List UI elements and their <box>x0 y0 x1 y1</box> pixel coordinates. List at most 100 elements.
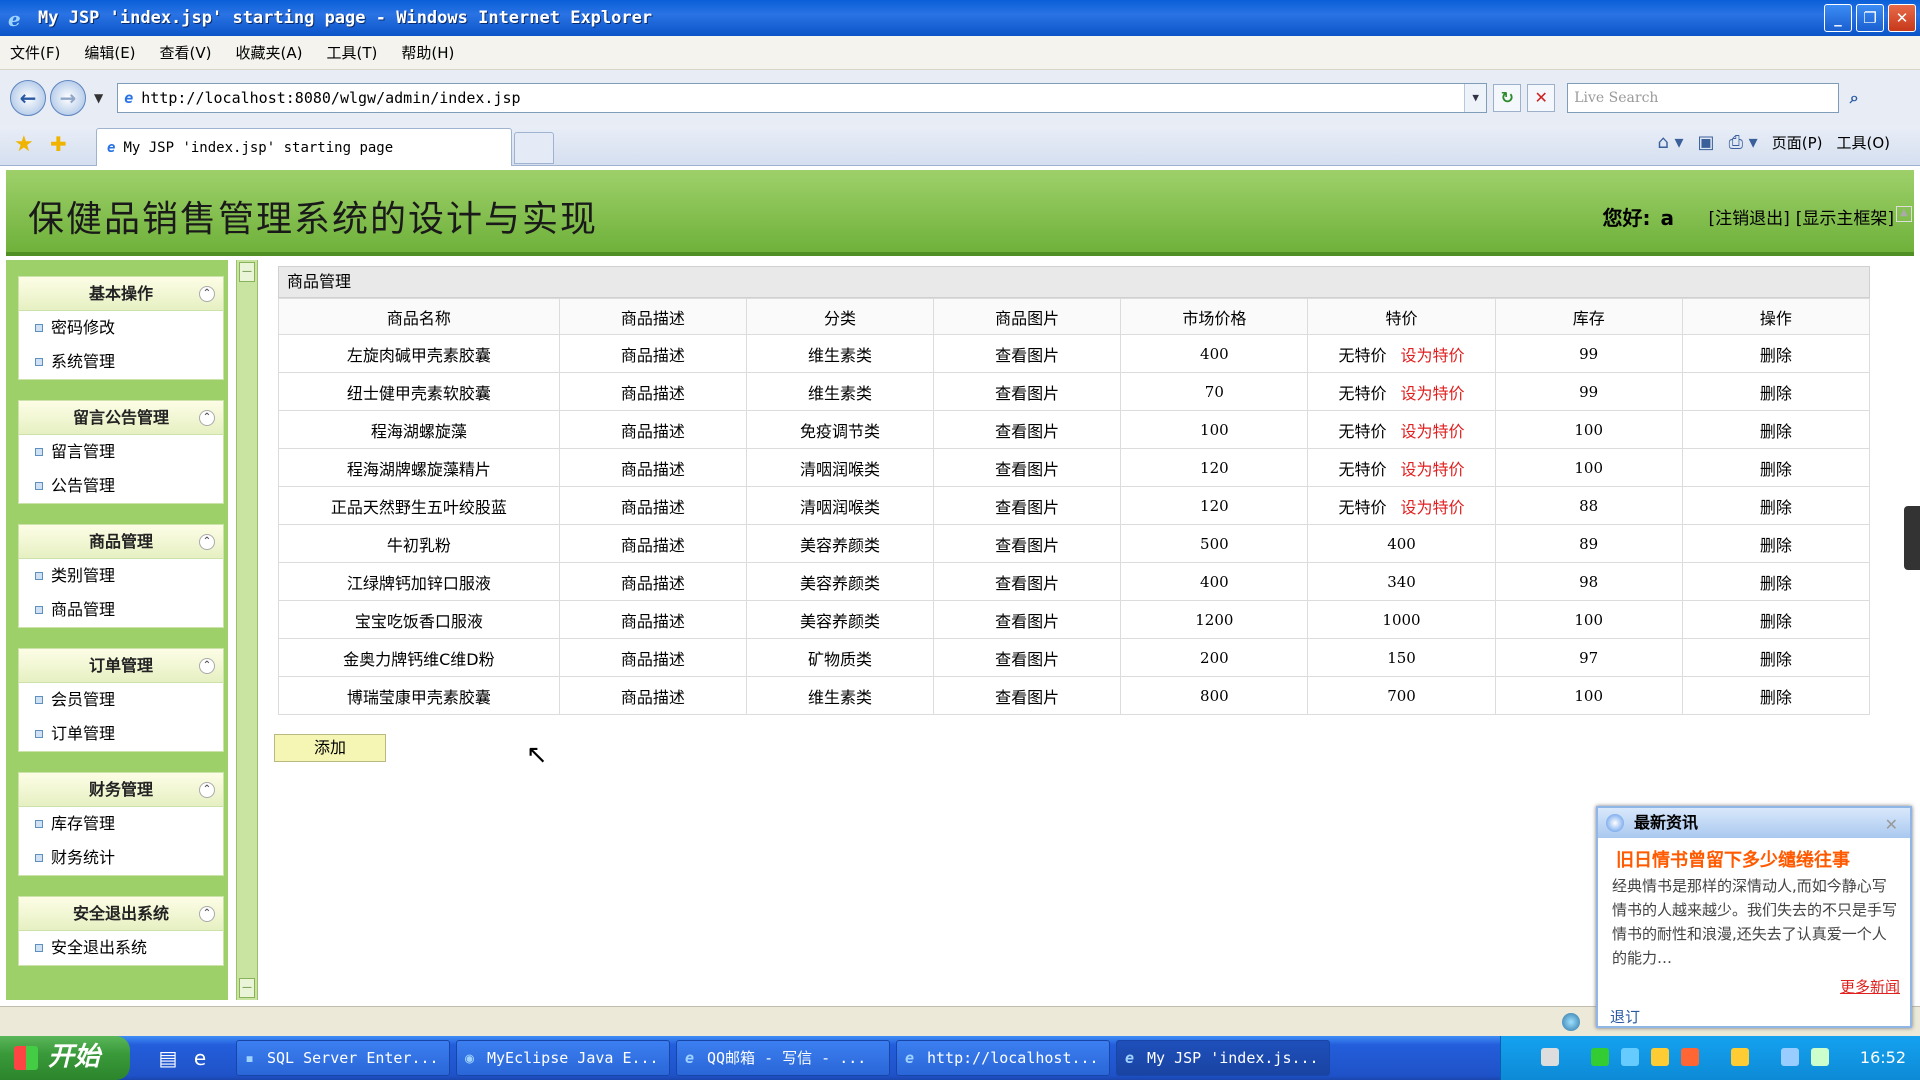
cell-description-link[interactable]: 商品描述 <box>621 422 685 441</box>
search-input[interactable]: Live Search <box>1567 83 1840 113</box>
cell-description-link[interactable]: 商品描述 <box>621 688 685 707</box>
tray-app-icon[interactable] <box>1591 1048 1609 1066</box>
sidebar-group-header[interactable]: 留言公告管理 ⌃ <box>19 401 223 435</box>
stop-button[interactable]: ✕ <box>1527 84 1556 112</box>
cell-delete-link[interactable]: 删除 <box>1760 650 1792 669</box>
minimize-button[interactable]: _ <box>1824 4 1852 32</box>
home-icon[interactable]: ⌂ ▾ <box>1657 132 1683 153</box>
scroll-up-icon[interactable]: ▲ <box>1896 206 1912 222</box>
cell-description-link[interactable]: 商品描述 <box>621 536 685 555</box>
show-frame-link[interactable]: [显示主框架] <box>1796 209 1894 229</box>
feeds-icon[interactable]: ▣ <box>1698 132 1715 153</box>
collapse-icon[interactable]: ⌃ <box>199 782 215 798</box>
sidebar-item-orders[interactable]: 订单管理 <box>19 717 223 751</box>
divider-bottom-handle[interactable]: — <box>239 978 255 998</box>
history-dropdown-icon[interactable]: ▼ <box>94 91 103 105</box>
cell-description-link[interactable]: 商品描述 <box>621 346 685 365</box>
tray-app-icon[interactable] <box>1621 1048 1639 1066</box>
qq-icon[interactable] <box>1681 1048 1699 1066</box>
sidebar-group-header[interactable]: 安全退出系统 ⌃ <box>19 897 223 931</box>
start-button[interactable]: 开始 <box>0 1036 130 1080</box>
sidebar-item-exit[interactable]: 安全退出系统 <box>19 931 223 965</box>
keyboard-icon[interactable] <box>1541 1048 1559 1066</box>
forward-button[interactable]: → <box>50 80 86 116</box>
set-special-link[interactable]: 设为特价 <box>1401 498 1465 517</box>
sidebar-group-header[interactable]: 商品管理 ⌃ <box>19 525 223 559</box>
set-special-link[interactable]: 设为特价 <box>1401 460 1465 479</box>
qq-icon[interactable] <box>1731 1048 1749 1066</box>
sidebar-item-system[interactable]: 系统管理 <box>19 345 223 379</box>
cell-delete-link[interactable]: 删除 <box>1760 612 1792 631</box>
cell-delete-link[interactable]: 删除 <box>1760 460 1792 479</box>
cell-delete-link[interactable]: 删除 <box>1760 536 1792 555</box>
cell-view-image-link[interactable]: 查看图片 <box>995 612 1059 631</box>
sidebar-group-header[interactable]: 订单管理 ⌃ <box>19 649 223 683</box>
cell-view-image-link[interactable]: 查看图片 <box>995 384 1059 403</box>
collapse-icon[interactable]: ⌃ <box>199 410 215 426</box>
menu-tools[interactable]: 工具(T) <box>326 42 377 63</box>
cell-view-image-link[interactable]: 查看图片 <box>995 574 1059 593</box>
menu-help[interactable]: 帮助(H) <box>401 42 454 63</box>
menu-edit[interactable]: 编辑(E) <box>84 42 135 63</box>
cell-view-image-link[interactable]: 查看图片 <box>995 498 1059 517</box>
collapse-icon[interactable]: ⌃ <box>199 286 215 302</box>
back-button[interactable]: ← <box>10 80 46 116</box>
sidebar-item-announcements[interactable]: 公告管理 <box>19 469 223 503</box>
cell-view-image-link[interactable]: 查看图片 <box>995 422 1059 441</box>
page-menu[interactable]: 页面(P) <box>1772 132 1823 153</box>
task-qq-mail[interactable]: e QQ邮箱 - 写信 - ... <box>676 1040 890 1076</box>
new-tab-button[interactable] <box>514 132 554 164</box>
collapse-icon[interactable]: ⌃ <box>199 534 215 550</box>
unsubscribe-link[interactable]: 退订 <box>1610 1006 1640 1027</box>
search-icon[interactable]: ⌕ <box>1841 84 1867 112</box>
quicklaunch-ie-icon[interactable]: e <box>188 1046 212 1070</box>
tools-menu[interactable]: 工具(O) <box>1836 132 1890 153</box>
cell-view-image-link[interactable]: 查看图片 <box>995 650 1059 669</box>
collapse-icon[interactable]: ⌃ <box>199 658 215 674</box>
favorites-star-icon[interactable]: ★ <box>14 132 34 157</box>
add-button[interactable]: 添加 <box>274 734 386 762</box>
logout-link[interactable]: [注销退出] <box>1708 209 1789 229</box>
menu-view[interactable]: 查看(V) <box>160 42 212 63</box>
cell-description-link[interactable]: 商品描述 <box>621 650 685 669</box>
cell-delete-link[interactable]: 删除 <box>1760 384 1792 403</box>
menu-file[interactable]: 文件(F) <box>10 42 60 63</box>
cell-description-link[interactable]: 商品描述 <box>621 384 685 403</box>
cell-view-image-link[interactable]: 查看图片 <box>995 536 1059 555</box>
set-special-link[interactable]: 设为特价 <box>1401 384 1465 403</box>
cell-view-image-link[interactable]: 查看图片 <box>995 688 1059 707</box>
set-special-link[interactable]: 设为特价 <box>1401 422 1465 441</box>
task-current-page[interactable]: e My JSP 'index.js... <box>1116 1040 1330 1076</box>
set-special-link[interactable]: 设为特价 <box>1401 346 1465 365</box>
cell-delete-link[interactable]: 删除 <box>1760 688 1792 707</box>
cell-view-image-link[interactable]: 查看图片 <box>995 460 1059 479</box>
side-panel-tab[interactable] <box>1904 506 1920 570</box>
url-dropdown-icon[interactable]: ▼ <box>1464 84 1487 112</box>
more-news-link[interactable]: 更多新闻 <box>1840 976 1900 997</box>
add-favorite-icon[interactable]: ✚ <box>50 132 67 156</box>
cell-description-link[interactable]: 商品描述 <box>621 612 685 631</box>
sidebar-item-inventory[interactable]: 库存管理 <box>19 807 223 841</box>
restore-button[interactable]: ❐ <box>1856 4 1884 32</box>
sidebar-item-messages[interactable]: 留言管理 <box>19 435 223 469</box>
sidebar-group-header[interactable]: 基本操作 ⌃ <box>19 277 223 311</box>
menu-favorites[interactable]: 收藏夹(A) <box>236 42 303 63</box>
cell-delete-link[interactable]: 删除 <box>1760 574 1792 593</box>
sidebar-group-header[interactable]: 财务管理 ⌃ <box>19 773 223 807</box>
cell-description-link[interactable]: 商品描述 <box>621 574 685 593</box>
sidebar-item-password[interactable]: 密码修改 <box>19 311 223 345</box>
security-icon[interactable] <box>1811 1048 1829 1066</box>
close-button[interactable]: ✕ <box>1888 4 1916 32</box>
sidebar-item-statistics[interactable]: 财务统计 <box>19 841 223 875</box>
cell-delete-link[interactable]: 删除 <box>1760 346 1792 365</box>
cell-description-link[interactable]: 商品描述 <box>621 498 685 517</box>
print-icon[interactable]: ⎙ ▾ <box>1729 132 1758 153</box>
sidebar-item-categories[interactable]: 类别管理 <box>19 559 223 593</box>
collapse-icon[interactable]: ⌃ <box>199 906 215 922</box>
sidebar-item-goods[interactable]: 商品管理 <box>19 593 223 627</box>
refresh-button[interactable]: ↻ <box>1493 84 1522 112</box>
cell-delete-link[interactable]: 删除 <box>1760 422 1792 441</box>
sidebar-item-members[interactable]: 会员管理 <box>19 683 223 717</box>
task-myeclipse[interactable]: ◉ MyEclipse Java E... <box>456 1040 670 1076</box>
tab-current[interactable]: e My JSP 'index.jsp' starting page <box>96 128 512 166</box>
